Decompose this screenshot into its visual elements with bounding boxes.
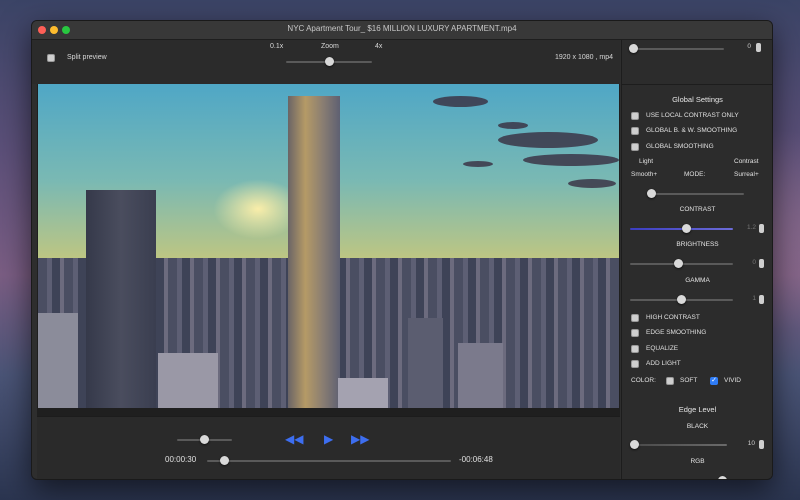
use-local-contrast-checkbox[interactable] [631, 112, 639, 120]
edge-level-title: Edge Level [678, 405, 717, 414]
progress-slider[interactable] [207, 456, 451, 465]
edge-smoothing-label: EDGE SMOOTHING [646, 329, 707, 336]
gamma-stepper[interactable] [759, 295, 764, 304]
vivid-checkbox[interactable]: ✓ [710, 377, 718, 385]
global-bw-smoothing-checkbox[interactable] [631, 127, 639, 135]
sidebar-header: 0 [622, 40, 772, 85]
window-title: NYC Apartment Tour_ $16 MILLION LUXURY A… [287, 24, 517, 33]
progress-slider-knob[interactable] [219, 456, 229, 465]
remaining-time: -00:06:48 [459, 455, 493, 464]
split-preview-checkbox[interactable] [47, 54, 55, 62]
brightness-slider-knob[interactable] [674, 259, 683, 268]
high-contrast-checkbox[interactable] [631, 314, 639, 322]
add-light-checkbox[interactable] [631, 360, 639, 368]
volume-slider-knob[interactable] [200, 435, 209, 444]
zoom-slider-knob[interactable] [324, 57, 334, 66]
cloud [463, 161, 493, 167]
use-local-contrast-label: USE LOCAL CONTRAST ONLY [646, 112, 739, 119]
black-stepper[interactable] [759, 440, 764, 449]
building [158, 353, 218, 408]
zoom-min-label: 0.1x [270, 43, 284, 50]
global-smoothing-checkbox[interactable] [631, 143, 639, 151]
gamma-label: GAMMA [685, 277, 710, 284]
global-smoothing-label: GLOBAL SMOOTHING [646, 143, 714, 150]
glass-tower [288, 96, 340, 408]
rgb-slider-knob[interactable] [718, 476, 727, 479]
gamma-slider[interactable] [630, 295, 733, 304]
cloud [433, 96, 488, 107]
title-bar: NYC Apartment Tour_ $16 MILLION LUXURY A… [32, 21, 772, 40]
top-value[interactable]: 0 [729, 43, 751, 52]
mode-slider-knob[interactable] [647, 189, 656, 198]
high-contrast-label: HIGH CONTRAST [646, 314, 700, 321]
rewind-icon[interactable]: ◀◀ [285, 433, 303, 445]
rgb-slider[interactable] [718, 476, 727, 479]
left-tower [86, 190, 156, 408]
brightness-value[interactable]: 0 [734, 259, 756, 268]
contrast-slider-knob[interactable] [682, 224, 691, 233]
black-slider-knob[interactable] [630, 440, 639, 449]
building [38, 313, 78, 408]
global-settings-title: Global Settings [672, 95, 723, 104]
cloud [498, 132, 598, 148]
contrast-mode-label: Contrast [734, 158, 759, 165]
black-value[interactable]: 10 [733, 440, 755, 449]
zoom-max-label: 4x [375, 43, 383, 50]
current-time: 00:00:30 [165, 455, 197, 464]
video-info: 1920 x 1080 , mp4 [555, 54, 613, 61]
building [338, 378, 388, 408]
cloud [523, 154, 619, 166]
global-bw-smoothing-label: GLOBAL B. & W. SMOOTHING [646, 127, 738, 134]
zoom-label: Zoom [321, 43, 339, 50]
contrast-stepper[interactable] [759, 224, 764, 233]
black-slider[interactable] [630, 440, 727, 449]
contrast-label: CONTRAST [679, 206, 716, 213]
building [408, 318, 443, 408]
brightness-label: BRIGHTNESS [676, 241, 719, 248]
add-light-label: ADD LIGHT [646, 360, 681, 367]
app-window: NYC Apartment Tour_ $16 MILLION LUXURY A… [31, 20, 773, 480]
top-slider-knob[interactable] [629, 44, 638, 53]
contrast-value[interactable]: 1.2 [734, 224, 756, 233]
surreal-plus-label: Surreal+ [734, 171, 759, 178]
top-stepper[interactable] [756, 43, 761, 52]
settings-sidebar: 0 Global Settings USE LOCAL CONTRAST ONL… [621, 40, 772, 479]
brightness-stepper[interactable] [759, 259, 764, 268]
mode-slider[interactable] [647, 189, 744, 198]
mode-label: MODE: [684, 171, 706, 178]
zoom-slider[interactable] [286, 57, 372, 66]
toolbar: Split preview 0.1x Zoom 4x 1920 x 1080 ,… [32, 40, 620, 84]
light-label: Light [639, 158, 654, 165]
fast-forward-icon[interactable]: ▶▶ [351, 433, 369, 445]
equalize-label: EQUALIZE [646, 345, 679, 352]
soft-label: SOFT [680, 377, 698, 384]
gamma-slider-knob[interactable] [677, 295, 686, 304]
play-icon[interactable]: ▶ [324, 433, 333, 445]
playback-controls: ◀◀ ▶ ▶▶ 00:00:30 -00:06:48 [37, 416, 620, 479]
contrast-slider[interactable] [630, 224, 733, 233]
split-preview-label: Split preview [67, 54, 107, 61]
building [458, 343, 503, 408]
vivid-label: VIVID [724, 377, 741, 384]
cloud [498, 122, 528, 129]
equalize-checkbox[interactable] [631, 345, 639, 353]
color-label: COLOR: [631, 377, 656, 384]
volume-slider[interactable] [177, 435, 232, 444]
black-label: BLACK [686, 423, 709, 430]
video-preview[interactable] [38, 84, 619, 408]
rgb-label: RGB [690, 458, 705, 465]
preview-area [37, 84, 620, 416]
gamma-value[interactable]: 1 [734, 295, 756, 304]
top-slider[interactable] [629, 44, 724, 53]
soft-checkbox[interactable] [666, 377, 674, 385]
brightness-slider[interactable] [630, 259, 733, 268]
edge-smoothing-checkbox[interactable] [631, 329, 639, 337]
smooth-plus-label: Smooth+ [631, 171, 658, 178]
cloud [568, 179, 616, 188]
